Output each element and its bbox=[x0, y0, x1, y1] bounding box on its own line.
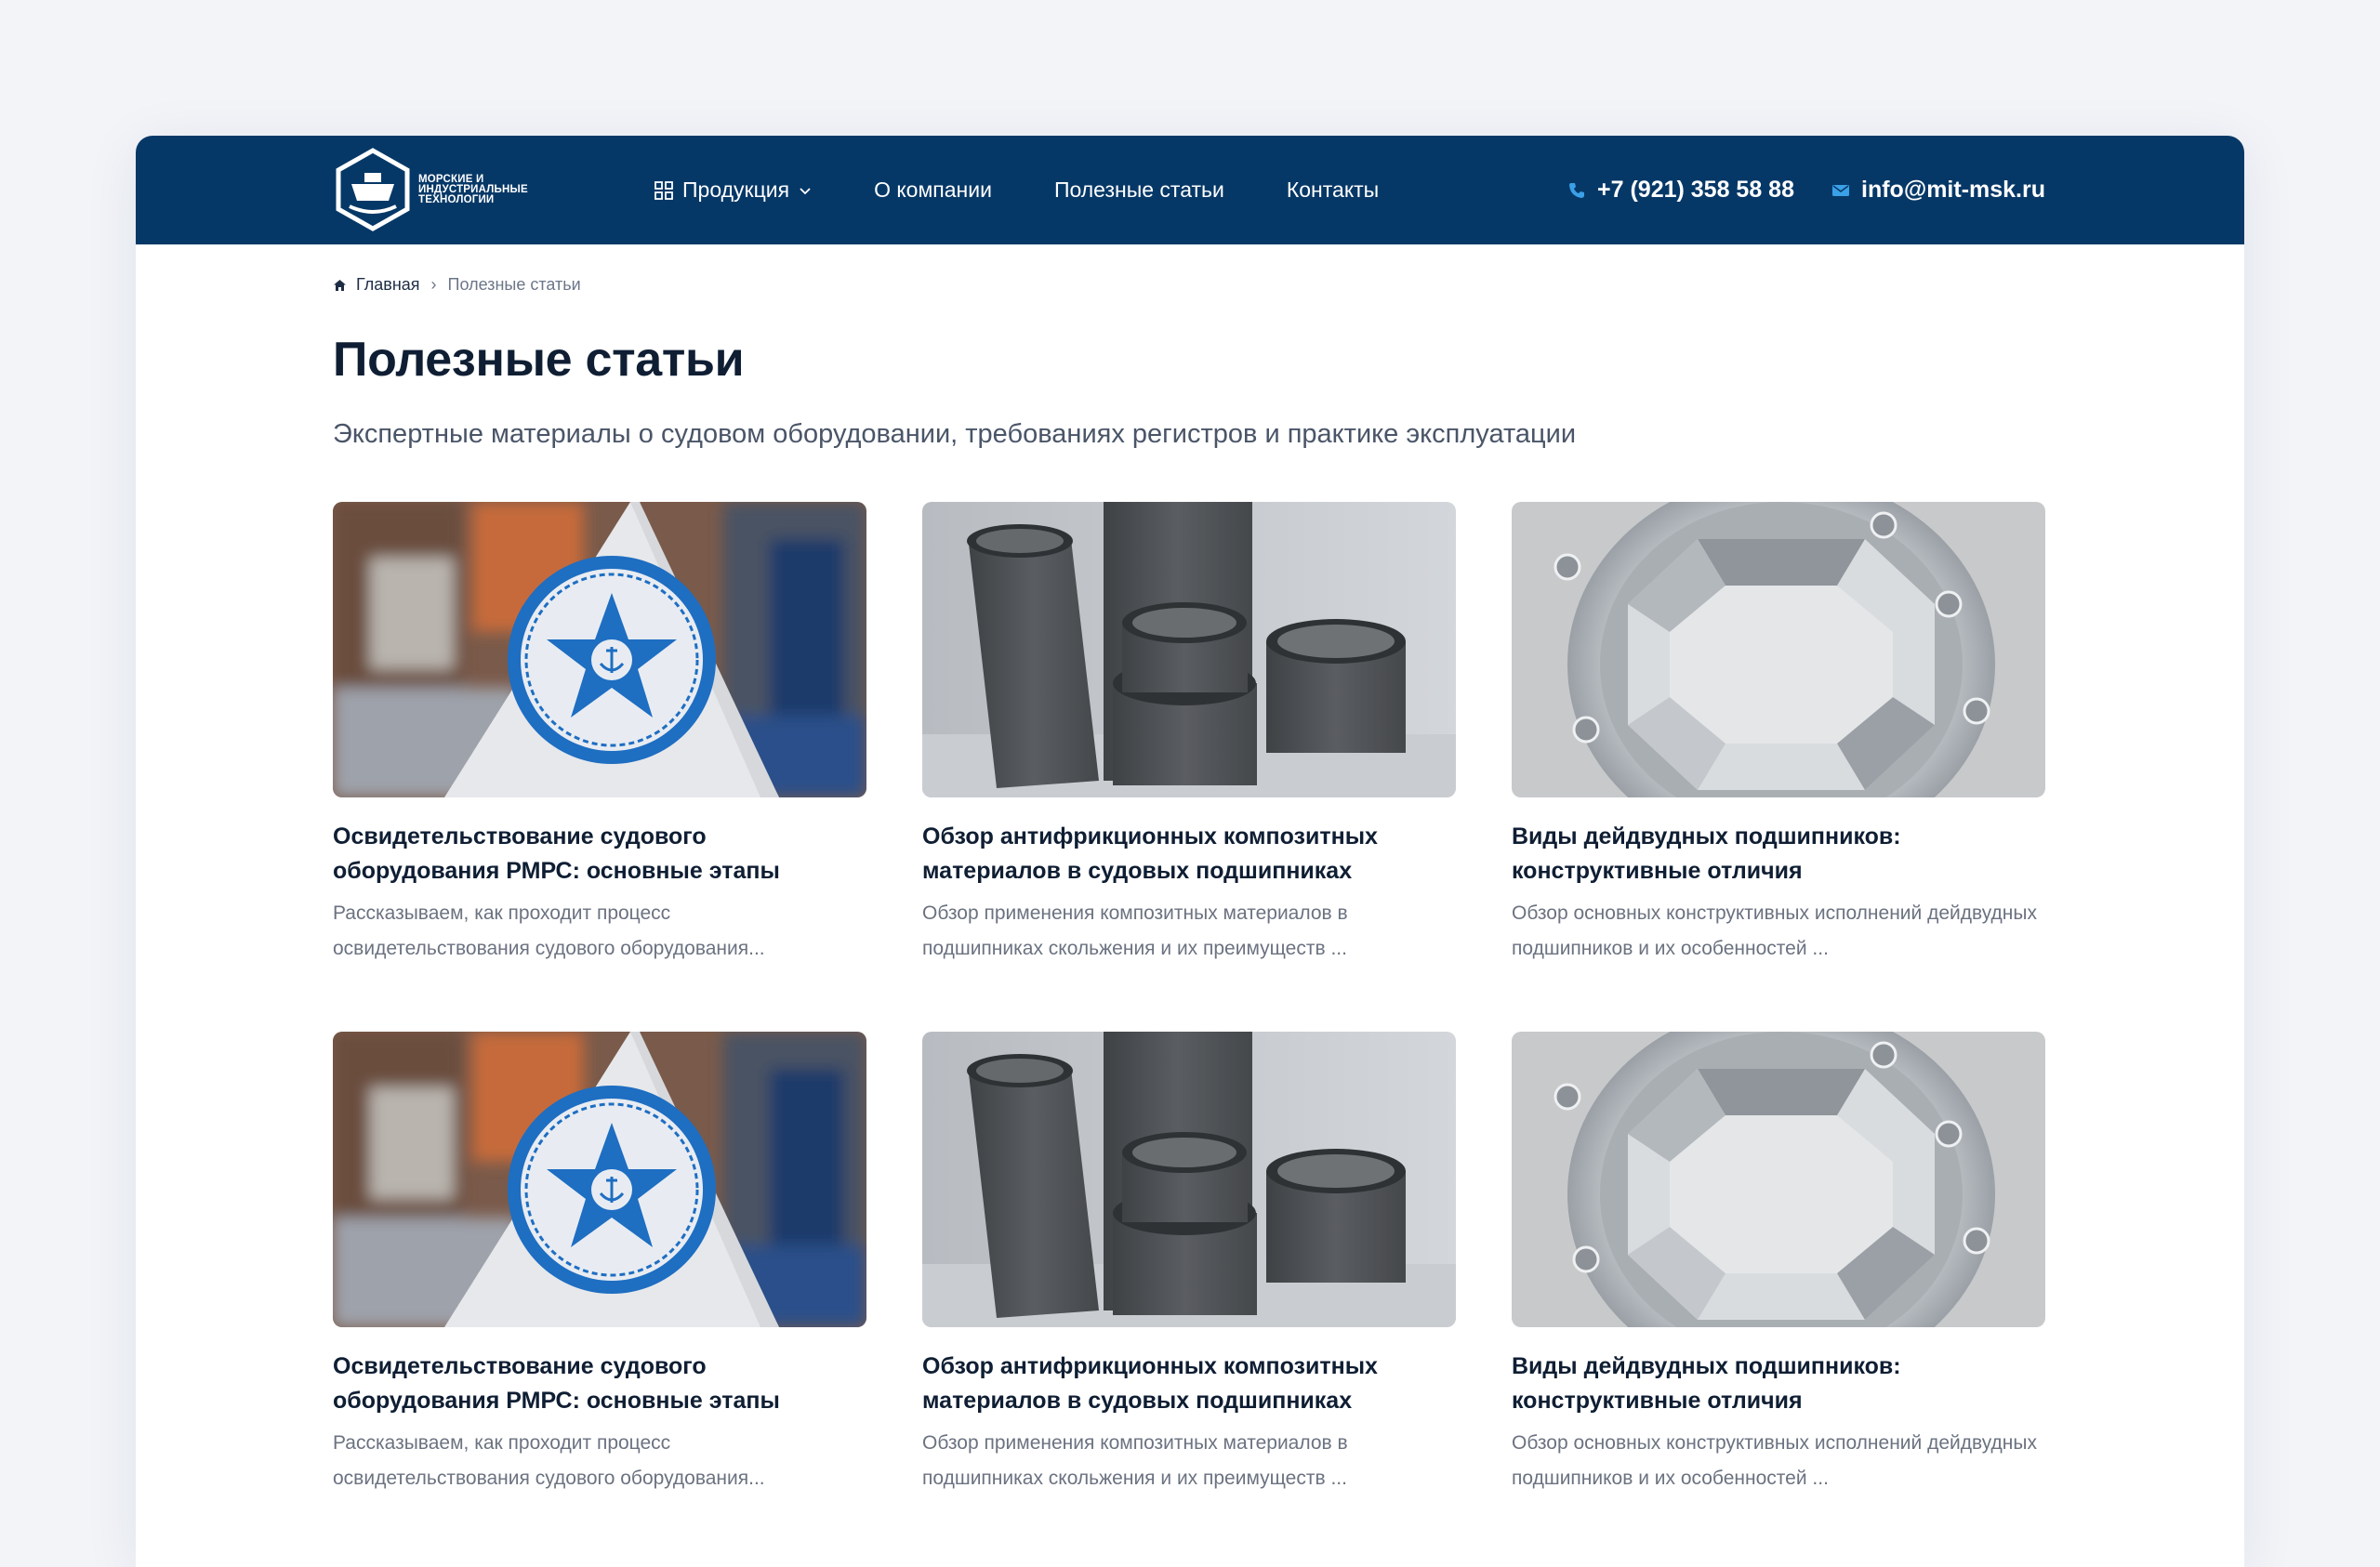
rmrs-flag-image bbox=[333, 502, 866, 797]
article-excerpt: Обзор основных конструктивных исполнений… bbox=[1512, 902, 2037, 959]
grid-icon bbox=[654, 180, 673, 200]
article-card[interactable]: Обзор антифрикционных композитных матери… bbox=[922, 1032, 1456, 1496]
article-title: Виды дейдвудных подшипников: конструктив… bbox=[1512, 823, 1901, 884]
breadcrumb-separator-icon: › bbox=[430, 275, 437, 294]
phone-link[interactable]: +7 (921) 358 58 88 bbox=[1567, 177, 1794, 204]
stern-tube-bearing-image bbox=[1512, 502, 2045, 797]
composite-bushings-image bbox=[922, 1032, 1456, 1327]
rmrs-flag-image bbox=[333, 1032, 866, 1327]
article-title: Обзор антифрикционных композитных матери… bbox=[922, 1353, 1378, 1414]
chevron-down-icon bbox=[800, 187, 811, 194]
article-title: Обзор антифрикционных композитных матери… bbox=[922, 823, 1378, 884]
breadcrumb-home[interactable]: Главная bbox=[333, 275, 420, 295]
article-card[interactable]: Виды дейдвудных подшипников: конструктив… bbox=[1512, 502, 2045, 967]
home-icon bbox=[334, 279, 346, 291]
article-excerpt: Обзор применения композитных материалов … bbox=[922, 1432, 1348, 1489]
browser-window: МОРСКИЕ И ИНДУСТРИАЛЬНЫЕ ТЕХНОЛОГИИ Прод… bbox=[136, 136, 2244, 1567]
logo-hexagon-icon bbox=[336, 148, 410, 231]
article-excerpt: Обзор применения композитных материалов … bbox=[922, 902, 1348, 959]
email-address: info@mit-msk.ru bbox=[1861, 177, 2045, 203]
nav-label: Полезные статьи bbox=[1053, 178, 1224, 202]
article-card[interactable]: Освидетельствование судового оборудовани… bbox=[333, 502, 866, 967]
main-content: Главная › Полезные статьи Полезные стать… bbox=[333, 244, 2045, 1496]
phone-icon bbox=[1569, 182, 1585, 198]
nav-item-about[interactable]: О компании bbox=[874, 178, 992, 203]
article-excerpt: Обзор основных конструктивных исполнений… bbox=[1512, 1432, 2037, 1489]
articles-grid: Освидетельствование судового оборудовани… bbox=[333, 502, 2045, 1496]
nav-item-articles[interactable]: Полезные статьи bbox=[1054, 178, 1224, 203]
page-title: Полезные статьи bbox=[333, 333, 745, 387]
composite-bushings-image bbox=[922, 502, 1456, 797]
article-title: Виды дейдвудных подшипников: конструктив… bbox=[1512, 1353, 1901, 1414]
nav-label: О компании bbox=[874, 178, 992, 202]
article-excerpt: Рассказываем, как проходит процесс освид… bbox=[333, 1432, 765, 1489]
logo-text: МОРСКИЕ И ИНДУСТРИАЛЬНЫЕ ТЕХНОЛОГИИ bbox=[418, 173, 528, 205]
phone-number: +7 (921) 358 58 88 bbox=[1597, 177, 1794, 203]
email-link[interactable]: info@mit-msk.ru bbox=[1831, 177, 2045, 204]
mail-icon bbox=[1832, 184, 1849, 196]
article-card[interactable]: Освидетельствование судового оборудовани… bbox=[333, 1032, 866, 1496]
page-subtitle: Экспертные материалы о судовом оборудова… bbox=[333, 419, 1577, 449]
site-header: МОРСКИЕ И ИНДУСТРИАЛЬНЫЕ ТЕХНОЛОГИИ Прод… bbox=[136, 136, 2244, 244]
article-excerpt: Рассказываем, как проходит процесс освид… bbox=[333, 902, 765, 959]
article-card[interactable]: Виды дейдвудных подшипников: конструктив… bbox=[1512, 1032, 2045, 1496]
header-contacts: +7 (921) 358 58 88 info@mit-msk.ru bbox=[1567, 136, 2045, 244]
nav-item-contacts[interactable]: Контакты bbox=[1287, 178, 1379, 203]
site-logo[interactable]: МОРСКИЕ И ИНДУСТРИАЛЬНЫЕ ТЕХНОЛОГИИ bbox=[333, 147, 528, 232]
breadcrumb-current: Полезные статьи bbox=[447, 275, 581, 294]
nav-label: Продукция bbox=[682, 178, 790, 202]
breadcrumb: Главная › Полезные статьи bbox=[333, 275, 2045, 295]
article-title: Освидетельствование судового оборудовани… bbox=[333, 823, 780, 884]
article-title: Освидетельствование судового оборудовани… bbox=[333, 1353, 780, 1414]
breadcrumb-home-label: Главная bbox=[356, 275, 420, 294]
stern-tube-bearing-image bbox=[1512, 1032, 2045, 1327]
article-card[interactable]: Обзор антифрикционных композитных матери… bbox=[922, 502, 1456, 967]
main-nav: Продукция О компании Полезные статьи Кон… bbox=[654, 136, 1441, 244]
nav-label: Контакты bbox=[1286, 178, 1380, 202]
nav-item-products[interactable]: Продукция bbox=[654, 178, 812, 203]
